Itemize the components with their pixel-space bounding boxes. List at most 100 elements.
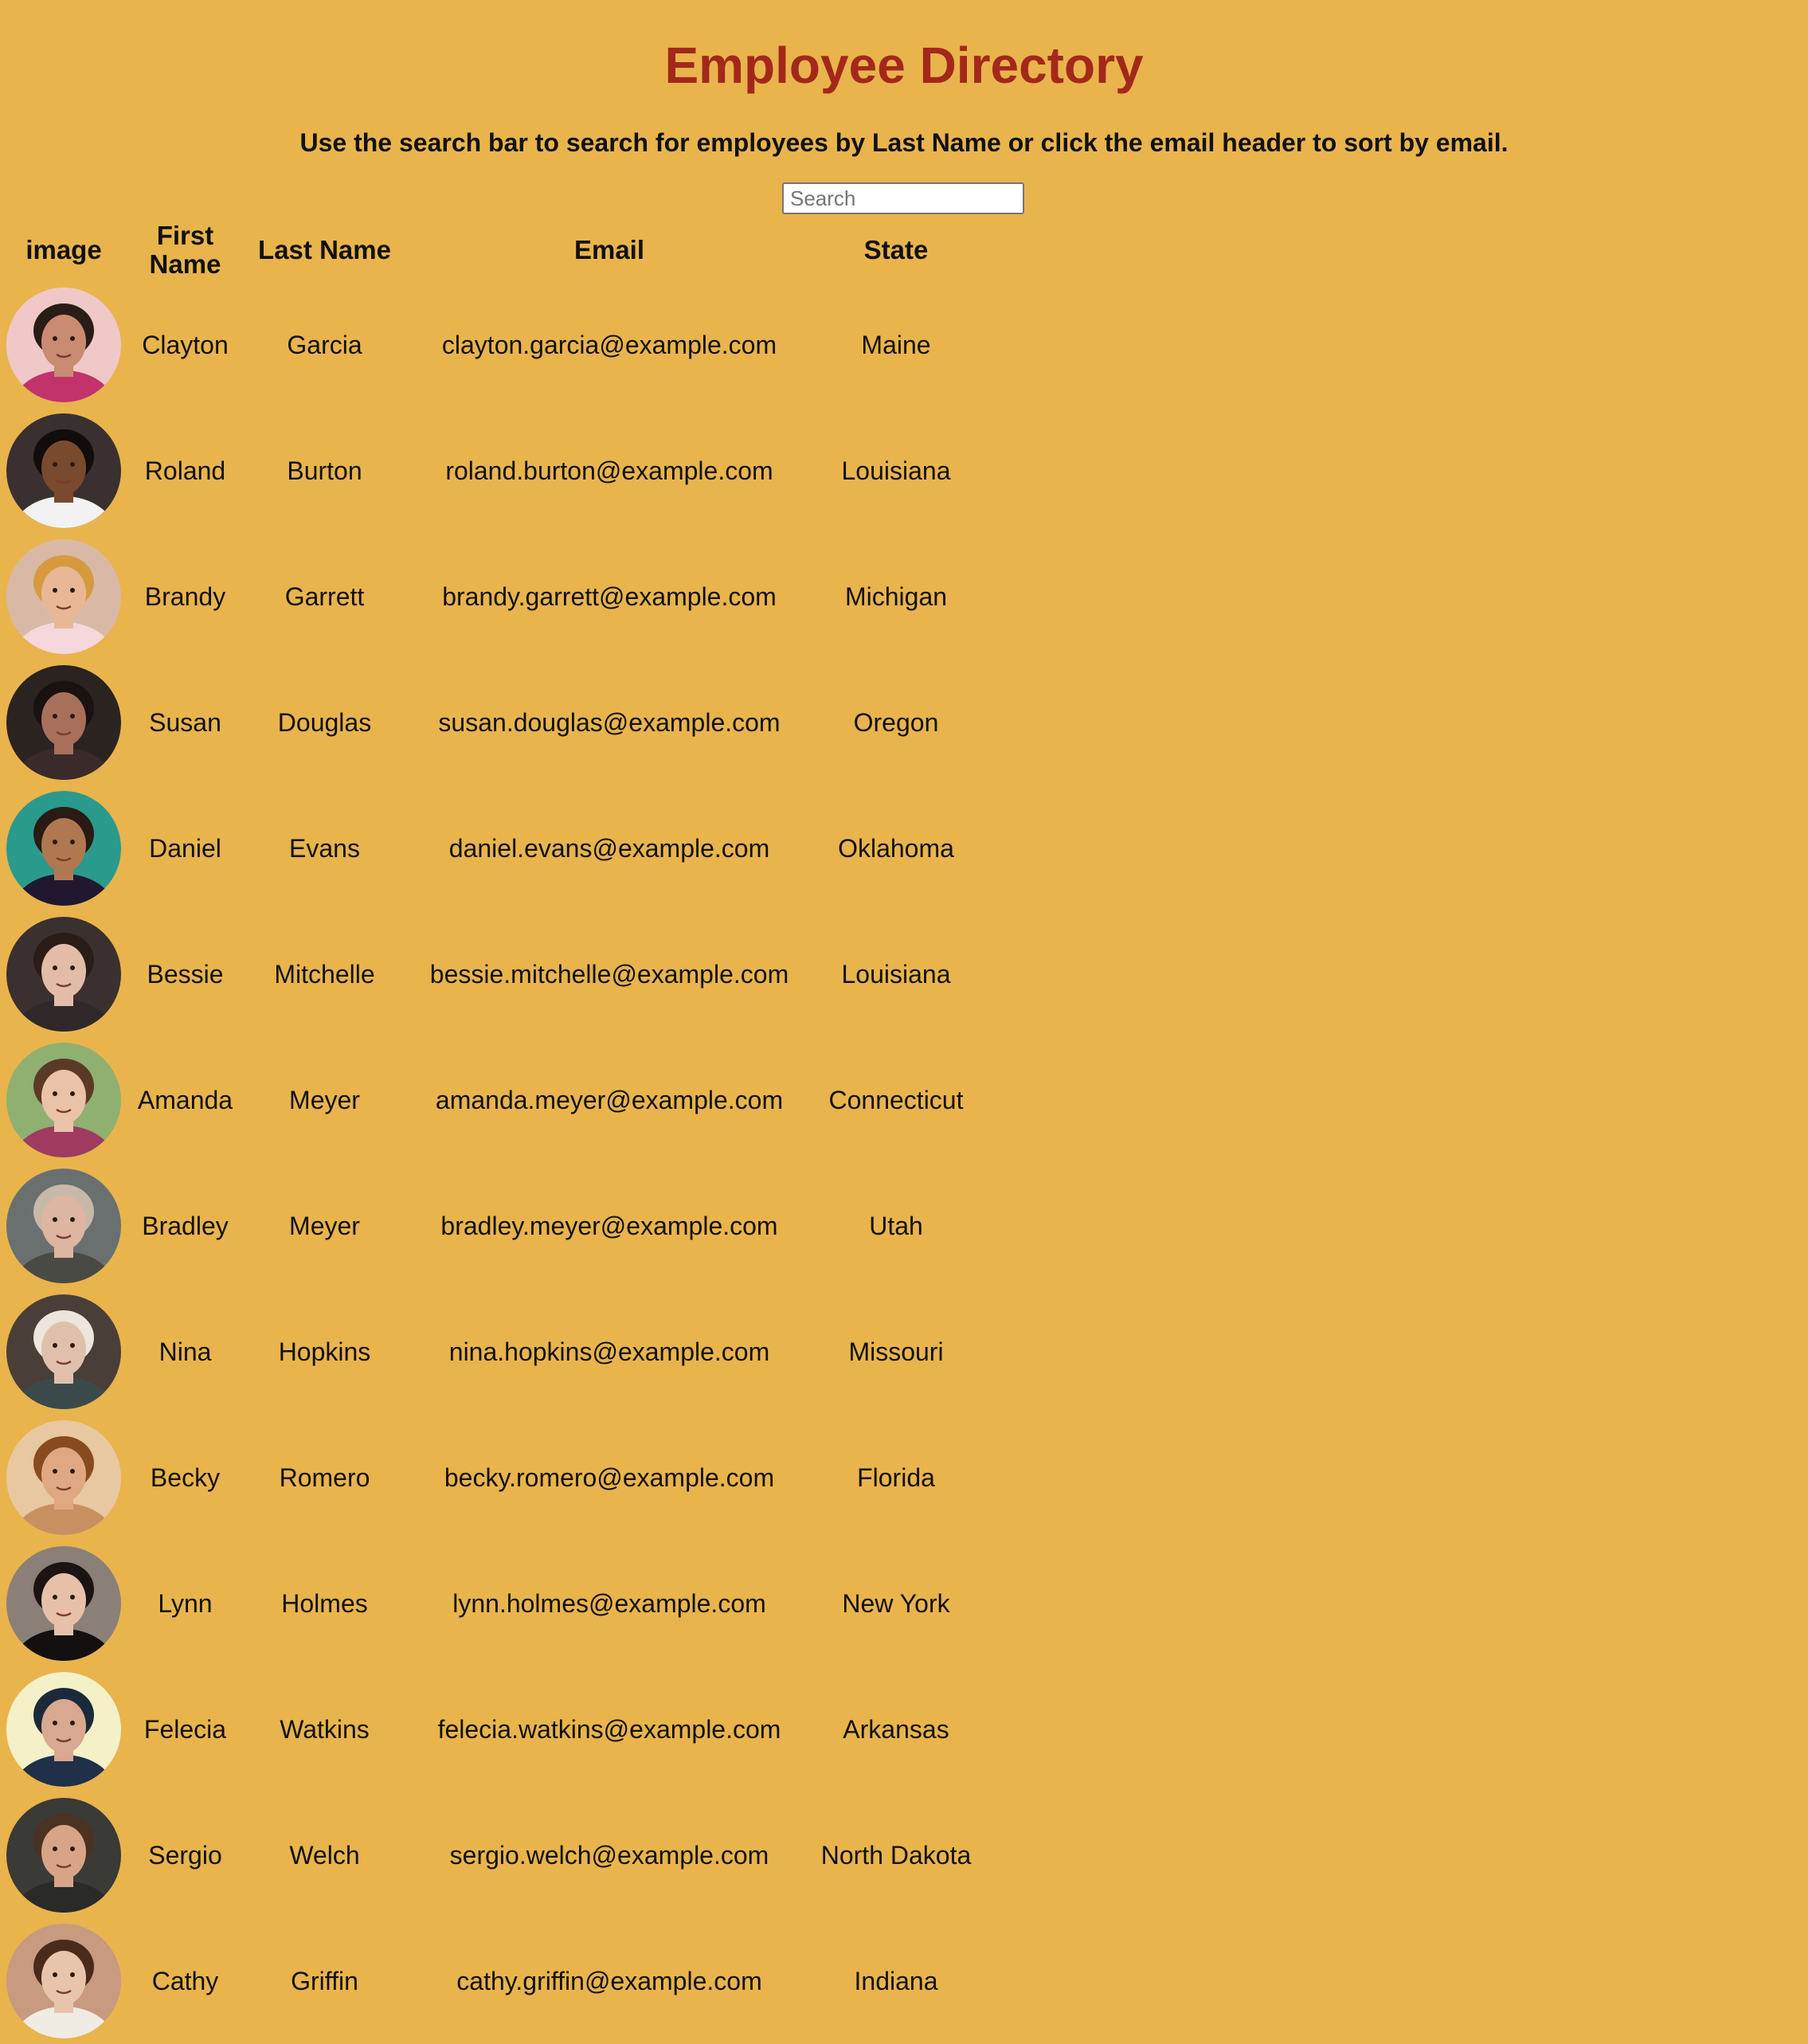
avatar-cell	[0, 408, 127, 534]
search-input[interactable]	[782, 182, 1024, 214]
last-name-cell: Douglas	[277, 707, 372, 737]
state-cell: Louisiana	[841, 456, 951, 485]
first-name-cell: Roland	[144, 456, 226, 485]
email-cell: becky.romero@example.com	[444, 1463, 775, 1492]
avatar	[6, 1294, 121, 1409]
employee-table: image First Name Last Name Email State C…	[0, 218, 980, 2044]
email-cell: clayton.garcia@example.com	[441, 330, 777, 359]
avatar	[6, 1672, 121, 1787]
email-cell: bessie.mitchelle@example.com	[429, 959, 789, 989]
avatar-photo-icon	[6, 1294, 121, 1409]
avatar-photo-icon	[6, 1798, 121, 1913]
avatar-photo-icon	[6, 1924, 121, 2038]
avatar-cell	[0, 534, 127, 660]
avatar-photo-icon	[6, 413, 121, 528]
email-cell: cathy.griffin@example.com	[456, 1966, 762, 1995]
table-row: Lynn Holmes lynn.holmes@example.com New Yor…	[0, 1541, 980, 1666]
avatar	[6, 791, 121, 906]
state-cell: Arkansas	[843, 1714, 949, 1744]
avatar-cell	[0, 1666, 127, 1792]
state-cell: Missouri	[848, 1337, 944, 1366]
avatar-cell	[0, 1289, 127, 1415]
avatar-photo-icon	[6, 288, 121, 402]
last-name-cell: Watkins	[280, 1714, 370, 1744]
state-cell: Oklahoma	[838, 833, 954, 863]
table-row: Cathy Griffin cathy.griffin@example.com Ind…	[0, 1918, 980, 2044]
avatar-photo-icon	[6, 791, 121, 906]
table-row: Sergio Welch sergio.welch@example.com North…	[0, 1792, 980, 1918]
email-cell: lynn.holmes@example.com	[452, 1588, 766, 1618]
avatar	[6, 665, 121, 780]
avatar-cell	[0, 1918, 127, 2044]
state-cell: Utah	[869, 1211, 923, 1240]
last-name-cell: Griffin	[291, 1966, 358, 1995]
avatar-cell	[0, 785, 127, 911]
first-name-cell: Becky	[150, 1463, 221, 1492]
table-row: Bessie Mitchelle bessie.mitchelle@example.…	[0, 911, 980, 1037]
header-first-name: First Name	[127, 218, 243, 282]
last-name-cell: Evans	[289, 833, 360, 863]
state-cell: Oregon	[853, 707, 939, 737]
email-cell: felecia.watkins@example.com	[437, 1714, 781, 1744]
avatar-photo-icon	[6, 917, 121, 1032]
email-cell: sergio.welch@example.com	[449, 1840, 769, 1870]
avatar-photo-icon	[6, 539, 121, 654]
avatar	[6, 1420, 121, 1535]
header-state: State	[863, 235, 929, 264]
state-cell: Connecticut	[828, 1085, 964, 1114]
avatar-photo-icon	[6, 1420, 121, 1535]
first-name-cell: Bradley	[142, 1211, 229, 1240]
table-row: Becky Romero becky.romero@example.com Flori…	[0, 1415, 980, 1541]
avatar	[6, 1924, 121, 2038]
state-cell: Louisiana	[841, 959, 951, 989]
avatar-cell	[0, 282, 127, 408]
state-cell: Michigan	[844, 581, 948, 611]
avatar	[6, 288, 121, 402]
avatar-cell	[0, 1792, 127, 1918]
last-name-cell: Mitchelle	[274, 959, 375, 989]
avatar-photo-icon	[6, 665, 121, 780]
state-cell: Maine	[861, 330, 931, 359]
last-name-cell: Hopkins	[278, 1337, 371, 1366]
email-cell: amanda.meyer@example.com	[435, 1085, 784, 1114]
last-name-cell: Romero	[279, 1463, 370, 1492]
table-row: Susan Douglas susan.douglas@example.com Ore…	[0, 660, 980, 785]
avatar-cell	[0, 1415, 127, 1541]
avatar-cell	[0, 911, 127, 1037]
table-row: Bradley Meyer bradley.meyer@example.com Uta…	[0, 1163, 980, 1289]
table-body: Clayton Garcia clayton.garcia@example.com M…	[0, 282, 980, 2044]
avatar-cell	[0, 1163, 127, 1289]
first-name-cell: Bessie	[147, 959, 224, 989]
last-name-cell: Meyer	[289, 1211, 360, 1240]
avatar-photo-icon	[6, 1169, 121, 1283]
last-name-cell: Welch	[289, 1840, 360, 1870]
avatar-photo-icon	[6, 1672, 121, 1787]
avatar-cell	[0, 1541, 127, 1666]
avatar	[6, 917, 121, 1032]
first-name-cell: Felecia	[143, 1714, 227, 1744]
avatar	[6, 1798, 121, 1913]
avatar-cell	[0, 1037, 127, 1163]
state-cell: North Dakota	[820, 1840, 972, 1870]
table-row: Nina Hopkins nina.hopkins@example.com Misso…	[0, 1289, 980, 1415]
first-name-cell: Nina	[158, 1337, 212, 1366]
avatar-photo-icon	[6, 1043, 121, 1157]
state-cell: Florida	[857, 1463, 935, 1492]
header-email-sort[interactable]: Email	[406, 218, 812, 282]
email-cell: bradley.meyer@example.com	[440, 1211, 778, 1240]
first-name-cell: Susan	[149, 707, 221, 737]
table-row: Amanda Meyer amanda.meyer@example.com Conne…	[0, 1037, 980, 1163]
first-name-cell: Clayton	[142, 330, 229, 359]
state-cell: New York	[842, 1588, 950, 1618]
first-name-cell: Brandy	[144, 581, 226, 611]
state-cell: Indiana	[854, 1966, 938, 1995]
avatar	[6, 1043, 121, 1157]
last-name-cell: Garrett	[284, 581, 365, 611]
avatar	[6, 1169, 121, 1283]
email-cell: brandy.garrett@example.com	[442, 581, 777, 611]
table-row: Clayton Garcia clayton.garcia@example.com M…	[0, 282, 980, 408]
table-row: Roland Burton roland.burton@example.com Lou…	[0, 408, 980, 534]
last-name-cell: Meyer	[289, 1085, 360, 1114]
first-name-cell: Lynn	[158, 1588, 213, 1618]
header-first-name-label: First Name	[149, 221, 221, 279]
